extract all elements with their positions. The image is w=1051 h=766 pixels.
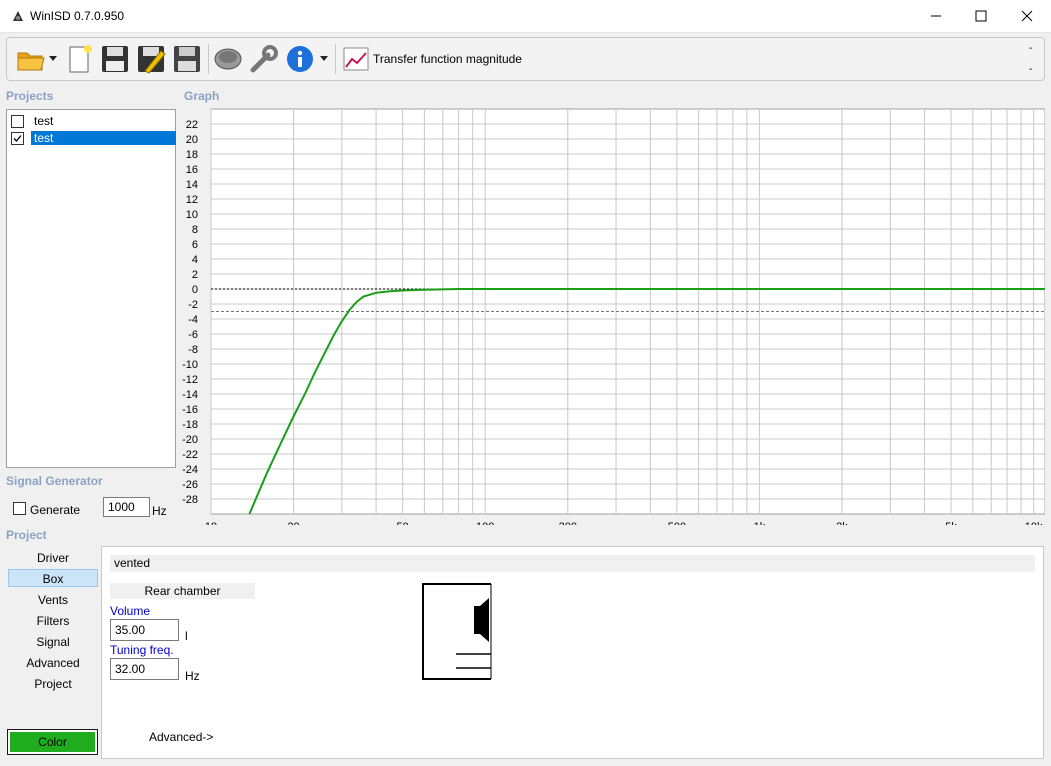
project-checkbox[interactable] [11, 115, 24, 128]
y-tick-label: 8 [192, 224, 198, 236]
minimize-icon [931, 15, 941, 17]
toolbar: Transfer function magnitude - - [6, 37, 1045, 81]
nav-driver[interactable]: Driver [8, 549, 98, 567]
volume-unit: l [185, 629, 188, 643]
x-tick-label: 500 [668, 521, 686, 525]
frequency-response-graph[interactable]: 2220181614121086420-2-4-6-8-10-12-14-16-… [180, 105, 1045, 525]
info-icon[interactable] [284, 43, 316, 75]
y-tick-label: 2 [192, 269, 198, 281]
minimize-button[interactable] [913, 0, 959, 32]
y-tick-label: -18 [182, 419, 198, 431]
save-icon[interactable] [99, 43, 131, 75]
x-tick-label: 2k [836, 521, 848, 525]
color-button[interactable]: Color [7, 729, 98, 755]
graph-heading: Graph [184, 89, 220, 103]
x-tick-label: 50 [397, 521, 409, 525]
generate-checkbox[interactable] [13, 502, 26, 515]
frequency-input[interactable]: 1000 [103, 497, 150, 517]
y-tick-label: 16 [186, 164, 198, 176]
nav-project[interactable]: Project [8, 675, 98, 693]
signal-generator-heading: Signal Generator [6, 474, 103, 488]
x-tick-label: 10 [205, 521, 217, 525]
box-panel [101, 546, 1044, 759]
checkmark-icon [13, 135, 22, 142]
project-item[interactable]: test [11, 113, 175, 129]
dropdown-arrow-icon[interactable] [320, 56, 328, 62]
speaker-driver-icon[interactable] [212, 43, 244, 75]
vented-box-diagram [422, 583, 492, 680]
nav-signal[interactable]: Signal [8, 633, 98, 651]
y-tick-label: -28 [182, 494, 198, 506]
x-tick-label: 10k [1025, 521, 1043, 525]
y-tick-label: -2 [188, 299, 198, 311]
y-tick-label: 6 [192, 239, 198, 251]
y-tick-label: 10 [186, 209, 198, 221]
advanced-link[interactable]: Advanced-> [149, 730, 213, 744]
y-tick-label: 20 [186, 134, 198, 146]
x-tick-label: 100 [476, 521, 494, 525]
toolbar-dash: - [1029, 43, 1033, 54]
tuning-freq-label: Tuning freq. [110, 643, 174, 657]
wrench-icon[interactable] [248, 43, 280, 75]
rear-chamber-header: Rear chamber [110, 583, 255, 599]
new-document-icon[interactable] [63, 43, 95, 75]
y-tick-label: 12 [186, 194, 198, 206]
y-tick-label: 4 [192, 254, 198, 266]
y-tick-label: -14 [182, 389, 198, 401]
graph-type-icon[interactable] [340, 43, 372, 75]
projects-heading: Projects [6, 89, 54, 103]
save-as-icon[interactable] [135, 43, 167, 75]
x-tick-label: 20 [287, 521, 299, 525]
nav-advanced[interactable]: Advanced [8, 654, 98, 672]
title-bar: WinISD 0.7.0.950 [0, 0, 1051, 33]
toolbar-separator [208, 44, 209, 74]
y-tick-label: 14 [186, 179, 198, 191]
x-tick-label: 5k [945, 521, 957, 525]
frequency-unit: Hz [152, 504, 167, 518]
x-tick-label: 200 [559, 521, 577, 525]
nav-box[interactable]: Box [8, 569, 98, 587]
window-title: WinISD 0.7.0.950 [30, 9, 125, 23]
y-tick-label: -22 [182, 449, 198, 461]
nav-filters[interactable]: Filters [8, 612, 98, 630]
project-checkbox[interactable] [11, 132, 24, 145]
y-tick-label: -12 [182, 374, 198, 386]
toolbar-separator [335, 44, 336, 74]
y-tick-label: -6 [188, 329, 198, 341]
projects-list[interactable]: test test [6, 109, 176, 468]
box-type-selector[interactable]: vented [110, 555, 1035, 572]
project-item[interactable]: test [11, 130, 176, 146]
toolbar-dash: - [1029, 64, 1033, 75]
open-folder-icon[interactable] [15, 43, 47, 75]
project-name: test [34, 114, 54, 128]
y-tick-label: -16 [182, 404, 198, 416]
tuning-freq-input[interactable]: 32.00 [110, 658, 179, 680]
volume-input[interactable]: 35.00 [110, 619, 179, 641]
app-icon [13, 11, 23, 21]
y-tick-label: 18 [186, 149, 198, 161]
y-tick-label: -8 [188, 344, 198, 356]
nav-vents[interactable]: Vents [8, 591, 98, 609]
maximize-button[interactable] [958, 0, 1004, 32]
y-tick-label: -10 [182, 359, 198, 371]
tuning-freq-unit: Hz [185, 669, 200, 683]
y-tick-label: -4 [188, 314, 198, 326]
y-tick-label: -26 [182, 479, 198, 491]
y-tick-label: 22 [186, 119, 198, 131]
project-name: test [31, 131, 176, 145]
graph-type-label[interactable]: Transfer function magnitude [373, 52, 522, 66]
project-heading: Project [6, 528, 47, 542]
save-all-icon[interactable] [171, 43, 203, 75]
x-tick-label: 1k [754, 521, 766, 525]
y-tick-label: 0 [192, 284, 198, 296]
close-icon [1021, 10, 1033, 22]
dropdown-arrow-icon[interactable] [49, 56, 57, 62]
volume-label: Volume [110, 604, 151, 618]
y-tick-label: -20 [182, 434, 198, 446]
y-tick-label: -24 [182, 464, 198, 476]
generate-label: Generate [30, 503, 81, 517]
maximize-icon [975, 10, 987, 22]
close-button[interactable] [1004, 0, 1050, 32]
